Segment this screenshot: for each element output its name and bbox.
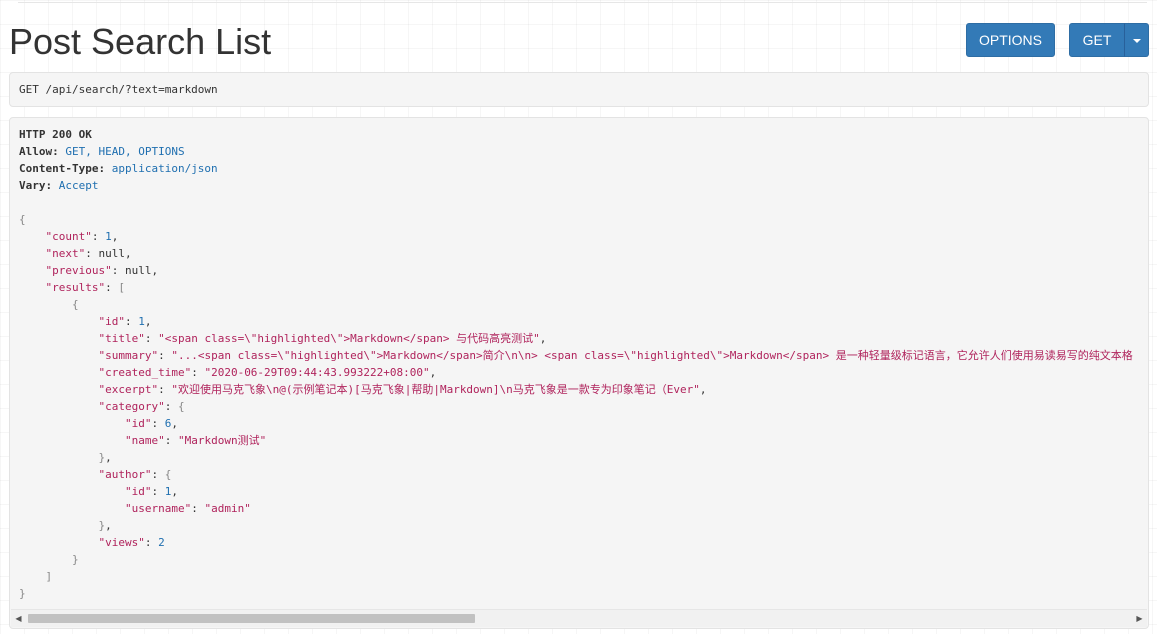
get-button[interactable]: GET: [1069, 23, 1125, 57]
header-value: GET, HEAD, OPTIONS: [65, 145, 185, 158]
json-key: "next": [45, 247, 86, 260]
json-value: 2: [158, 536, 165, 549]
scrollbar-thumb[interactable]: [28, 614, 475, 623]
json-value: "2020-06-29T09:44:43.993222+08:00": [204, 366, 430, 379]
header-name: Vary:: [19, 179, 53, 192]
horizontal-scrollbar[interactable]: ◀ ▶: [11, 609, 1147, 627]
response-content: HTTP 200 OK Allow: GET, HEAD, OPTIONS Co…: [19, 128, 1133, 600]
json-key: "summary": [98, 349, 159, 362]
json-value: 1: [138, 315, 145, 328]
chevron-down-icon: [1133, 39, 1141, 43]
json-key: "name": [124, 434, 165, 447]
json-value: "欢迎使用马克飞象\n@(示例笔记本)[马克飞象|帮助|Markdown]\n马…: [171, 383, 700, 396]
json-key: "id": [124, 417, 152, 430]
json-key: "id": [98, 315, 125, 328]
json-key: "category": [98, 400, 165, 413]
header-name: Content-Type:: [19, 162, 106, 175]
page-title: Post Search List: [9, 21, 272, 62]
json-value: "admin": [204, 502, 251, 515]
json-value: "<span class=\"highlighted\">Markdown</s…: [158, 332, 540, 345]
json-value: 1: [164, 485, 172, 498]
json-value: "Markdown测试": [177, 434, 267, 447]
get-format-dropdown-button[interactable]: [1124, 23, 1149, 57]
json-key: "views": [98, 536, 145, 549]
header-value: Accept: [58, 179, 99, 192]
json-key: "results": [45, 281, 106, 294]
json-value: null: [124, 264, 152, 277]
top-divider: [18, 2, 1147, 3]
json-key: "count": [45, 230, 92, 243]
scroll-right-arrow-icon[interactable]: ▶: [1132, 610, 1147, 627]
json-value: 6: [164, 417, 172, 430]
request-line: GET /api/search/?text=markdown: [19, 83, 218, 96]
json-value: null: [98, 247, 126, 260]
json-key: "id": [124, 485, 152, 498]
json-value: 1: [105, 230, 112, 243]
options-button[interactable]: OPTIONS: [966, 23, 1055, 57]
request-info: GET /api/search/?text=markdown: [9, 72, 1149, 107]
json-key: "created_time": [98, 366, 192, 379]
json-value: "...<span class=\"highlighted\">Markdown…: [171, 349, 1133, 362]
json-key: "previous": [45, 264, 112, 277]
json-key: "excerpt": [98, 383, 159, 396]
response-info: HTTP 200 OK Allow: GET, HEAD, OPTIONS Co…: [9, 117, 1149, 629]
response-status: HTTP 200 OK: [19, 128, 92, 141]
header-name: Allow:: [19, 145, 59, 158]
json-key: "author": [98, 468, 152, 481]
header-value: application/json: [111, 162, 218, 175]
json-key: "username": [124, 502, 192, 515]
scroll-left-arrow-icon[interactable]: ◀: [11, 610, 26, 627]
json-key: "title": [98, 332, 145, 345]
